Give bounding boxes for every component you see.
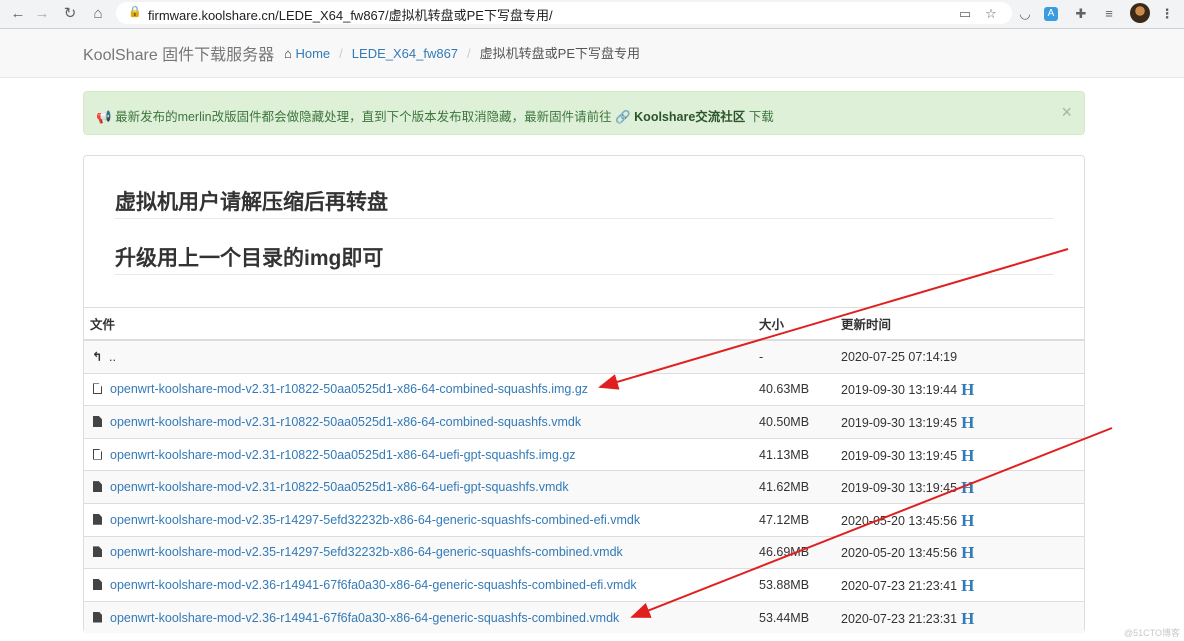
alert-message: 📢 最新发布的merlin改版固件都会做隐藏处理，直到下个版本发布取消隐藏，最新… [96,106,774,125]
file-link[interactable]: openwrt-koolshare-mod-v2.36-r14941-67f6f… [110,578,637,592]
bullhorn-icon: 📢 [96,110,112,124]
hash-button[interactable]: H [961,543,974,562]
file-link[interactable]: openwrt-koolshare-mod-v2.31-r10822-50aa0… [110,480,569,494]
column-size[interactable]: 大小 [753,307,835,341]
parent-dir-link[interactable]: .. [109,350,116,364]
file-time: 2020-07-25 07:14:19 [835,339,1084,374]
column-time[interactable]: 更新时间 [835,307,1084,341]
file-time: 2019-09-30 13:19:45 [841,481,958,496]
translate-icon[interactable]: A [1044,7,1058,21]
table-row[interactable]: ↰.. - 2020-07-25 07:14:19 [84,339,1084,374]
file-icon [93,546,102,558]
file-link[interactable]: openwrt-koolshare-mod-v2.36-r14941-67f6f… [110,611,619,625]
file-size: 47.12MB [753,502,835,537]
file-icon [93,578,102,590]
file-panel: 虚拟机用户请解压缩后再转盘 升级用上一个目录的img即可 文件 大小 更新时间 … [83,155,1085,634]
star-icon[interactable]: ☆ [982,5,1000,23]
divider [115,218,1053,219]
file-icon [93,415,102,427]
browser-toolbar: ← → ↻ ⌂ 🔒 firmware.koolshare.cn/LEDE_X64… [0,0,1184,29]
file-time: 2020-05-20 13:45:56 [841,513,958,528]
pocket-icon[interactable]: ◡ [1016,5,1034,23]
table-row[interactable]: openwrt-koolshare-mod-v2.36-r14941-67f6f… [84,600,1084,634]
site-brand[interactable]: KoolShare 固件下载服务器 [83,41,274,65]
reading-list-icon[interactable]: ≡ [1100,5,1118,23]
file-size: 53.88MB [753,568,835,602]
reload-icon[interactable]: ↻ [60,4,80,24]
file-link[interactable]: openwrt-koolshare-mod-v2.35-r14297-5efd3… [110,545,623,559]
breadcrumb: ⌂ Home / LEDE_X64_fw867 / 虚拟机转盘或PE下写盘专用 [284,43,640,62]
hash-button[interactable]: H [961,511,974,530]
close-icon[interactable]: × [1061,103,1072,121]
heading-1: 虚拟机用户请解压缩后再转盘 [115,191,388,214]
table-row[interactable]: openwrt-koolshare-mod-v2.35-r14297-5efd3… [84,502,1084,537]
file-icon [93,481,102,493]
column-file[interactable]: 文件 [84,307,753,341]
home-icon: ⌂ [284,46,292,61]
hash-button[interactable]: H [961,609,974,628]
file-size: 41.62MB [753,470,835,504]
file-time: 2019-09-30 13:19:45 [841,415,958,430]
watermark: @51CTO博客 [1124,628,1180,638]
table-row[interactable]: openwrt-koolshare-mod-v2.31-r10822-50aa0… [84,372,1084,406]
file-link[interactable]: openwrt-koolshare-mod-v2.31-r10822-50aa0… [110,448,576,462]
file-time: 2019-09-30 13:19:44 [841,383,958,398]
community-link[interactable]: Koolshare交流社区 [634,110,745,124]
table-row[interactable]: openwrt-koolshare-mod-v2.31-r10822-50aa0… [84,470,1084,504]
file-time: 2020-07-23 21:23:31 [841,611,958,626]
site-navbar: KoolShare 固件下载服务器 ⌂ Home / LEDE_X64_fw867 /… [0,29,1184,78]
file-link[interactable]: openwrt-koolshare-mod-v2.31-r10822-50aa0… [110,415,581,429]
home-icon[interactable]: ⌂ [88,4,108,24]
file-size: 46.69MB [753,535,835,569]
avatar[interactable] [1130,3,1150,23]
table-row[interactable]: openwrt-koolshare-mod-v2.35-r14297-5efd3… [84,535,1084,569]
hash-button[interactable]: H [961,380,974,399]
hash-button[interactable]: H [961,413,974,432]
table-row[interactable]: openwrt-koolshare-mod-v2.31-r10822-50aa0… [84,405,1084,439]
table-header: 文件 大小 更新时间 [84,307,1084,341]
table-row[interactable]: openwrt-koolshare-mod-v2.31-r10822-50aa0… [84,437,1084,471]
breadcrumb-folder[interactable]: LEDE_X64_fw867 [352,46,458,61]
file-size: - [753,339,835,374]
back-icon[interactable]: ← [8,4,28,24]
cast-icon[interactable]: ▭ [956,5,974,23]
file-time: 2020-05-20 13:45:56 [841,546,958,561]
file-size: 53.44MB [753,600,835,634]
breadcrumb-separator: / [339,46,343,61]
up-arrow-icon: ↰ [92,350,103,365]
breadcrumb-separator: / [467,46,471,61]
breadcrumb-current: 虚拟机转盘或PE下写盘专用 [479,46,641,61]
divider [115,274,1053,275]
file-time: 2020-07-23 21:23:41 [841,578,958,593]
hash-button[interactable]: H [961,478,974,497]
lock-icon[interactable]: 🔒 [128,5,142,18]
table-row[interactable]: openwrt-koolshare-mod-v2.36-r14941-67f6f… [84,568,1084,602]
file-link[interactable]: openwrt-koolshare-mod-v2.35-r14297-5efd3… [110,513,640,527]
forward-icon[interactable]: → [32,4,52,24]
file-size: 40.50MB [753,405,835,439]
file-time: 2019-09-30 13:19:45 [841,448,958,463]
file-icon [93,611,102,623]
url-text[interactable]: firmware.koolshare.cn/LEDE_X64_fw867/虚拟机… [148,5,553,24]
heading-2: 升级用上一个目录的img即可 [115,247,384,270]
extensions-icon[interactable]: ✚ [1072,5,1090,23]
file-icon [93,448,102,460]
file-icon [93,383,102,395]
file-size: 40.63MB [753,372,835,406]
file-link[interactable]: openwrt-koolshare-mod-v2.31-r10822-50aa0… [110,382,588,396]
link-icon: 🔗 [615,110,631,124]
menu-icon[interactable]: ⋮ [1158,5,1176,23]
hash-button[interactable]: H [961,446,974,465]
alert-text: 最新发布的merlin改版固件都会做隐藏处理，直到下个版本发布取消隐藏，最新固件… [115,110,612,124]
alert-suffix: 下载 [748,110,774,124]
file-icon [93,513,102,525]
hash-button[interactable]: H [961,576,974,595]
file-size: 41.13MB [753,437,835,471]
breadcrumb-home[interactable]: Home [295,46,330,61]
file-table: 文件 大小 更新时间 ↰.. - 2020-07-25 07:14:19 ope… [84,307,1084,634]
notice-alert: 📢 最新发布的merlin改版固件都会做隐藏处理，直到下个版本发布取消隐藏，最新… [83,91,1085,135]
